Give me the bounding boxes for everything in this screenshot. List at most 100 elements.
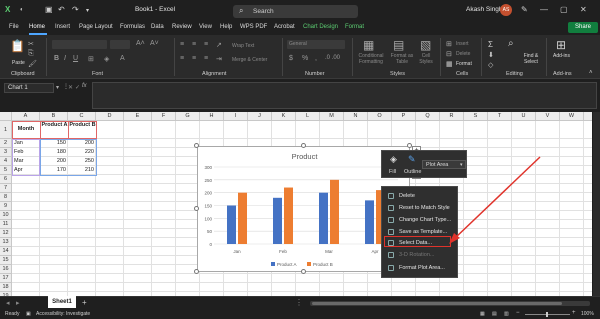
row-header[interactable]: 4 <box>0 157 12 166</box>
font-name-select[interactable] <box>52 40 107 49</box>
copy-icon[interactable]: ⎘ <box>28 50 34 58</box>
row-header[interactable]: 15 <box>0 256 12 265</box>
add-sheet-button[interactable]: + <box>82 298 87 307</box>
enter-formula-icon[interactable]: ✓ <box>75 84 80 91</box>
column-header[interactable]: N <box>344 112 368 121</box>
conditional-formatting-button[interactable]: Conditional Formatting <box>356 53 386 65</box>
insert-cells-icon[interactable]: ⊞ <box>446 40 452 48</box>
column-header[interactable]: C <box>68 112 96 121</box>
autosum-icon[interactable]: Σ <box>488 40 493 49</box>
row-header[interactable]: 9 <box>0 202 12 211</box>
zoom-level[interactable]: 100% <box>581 311 594 317</box>
search-box[interactable]: ⌕ Search <box>233 5 358 18</box>
column-header[interactable]: L <box>296 112 320 121</box>
addins-icon[interactable]: ⊞ <box>556 38 566 52</box>
undo-icon[interactable]: ↶ <box>58 5 65 14</box>
tab-chart-design[interactable]: Chart Design <box>303 24 338 30</box>
column-header[interactable]: G <box>176 112 200 121</box>
legend-label[interactable]: Product B <box>313 262 333 267</box>
tab-insert[interactable]: Insert <box>55 24 70 30</box>
row-header[interactable]: 10 <box>0 211 12 220</box>
find-select-icon[interactable]: ⌕ <box>508 38 514 49</box>
column-header[interactable]: M <box>320 112 344 121</box>
format-painter-icon[interactable]: 🖌 <box>28 60 37 68</box>
cell-product-b[interactable]: 200 <box>68 139 94 148</box>
scrollbar-thumb[interactable] <box>312 302 562 305</box>
column-header[interactable]: X <box>584 112 592 121</box>
column-header[interactable]: S <box>464 112 488 121</box>
header-product-a[interactable]: Product A <box>40 122 68 138</box>
cancel-formula-icon[interactable]: ✕ <box>68 84 73 91</box>
cell-month[interactable]: Apr <box>14 166 38 175</box>
name-box[interactable]: Chart 1 <box>4 83 54 93</box>
currency-icon[interactable]: $ <box>289 55 293 62</box>
row-header[interactable]: 14 <box>0 247 12 256</box>
tab-data[interactable]: Data <box>151 24 164 30</box>
column-header[interactable]: P <box>392 112 416 121</box>
context-menu-item[interactable]: Format Plot Area... <box>385 263 456 273</box>
zoom-slider-thumb[interactable] <box>546 312 548 317</box>
column-header[interactable]: T <box>488 112 512 121</box>
legend-label[interactable]: Product A <box>277 262 297 267</box>
chart-object[interactable]: Product 0 50 100 150 200 250 300 Jan Feb Mar Apr Pro… <box>197 146 410 272</box>
row-header[interactable]: 18 <box>0 283 12 292</box>
cell-product-b[interactable]: 210 <box>68 166 94 175</box>
format-as-table-button[interactable]: Format as Table <box>388 53 416 65</box>
row-header[interactable]: 1 <box>0 121 12 139</box>
cell-product-a[interactable]: 180 <box>40 148 66 157</box>
row-header[interactable]: 11 <box>0 220 12 229</box>
bar-product-a-mar[interactable] <box>319 192 328 244</box>
column-header[interactable]: K <box>272 112 296 121</box>
cell-product-a[interactable]: 200 <box>40 157 66 166</box>
find-select-button[interactable]: Find & Select <box>521 53 541 65</box>
normal-view-icon[interactable]: ▦ <box>480 311 485 317</box>
cell-styles-button[interactable]: Cell Styles <box>415 53 437 65</box>
wrap-text-button[interactable]: Wrap Text <box>232 43 254 49</box>
comma-icon[interactable]: , <box>315 55 317 62</box>
tab-help[interactable]: Help <box>220 24 232 30</box>
header-month[interactable]: Month <box>13 126 39 133</box>
font-size-select[interactable] <box>110 40 130 49</box>
maximize-icon[interactable]: ▢ <box>560 5 568 14</box>
fill-icon[interactable]: ◈ <box>390 154 397 165</box>
fill-color-icon[interactable]: ◈ <box>104 55 109 63</box>
bar-product-a-apr[interactable] <box>365 200 374 244</box>
column-header[interactable]: H <box>200 112 224 121</box>
cell-month[interactable]: Jan <box>14 139 38 148</box>
cell-product-b[interactable]: 250 <box>68 157 94 166</box>
row-header[interactable]: 16 <box>0 265 12 274</box>
column-header[interactable]: F <box>152 112 176 121</box>
avatar[interactable]: AS <box>500 4 512 16</box>
row-header[interactable]: 8 <box>0 193 12 202</box>
bar-product-b-mar[interactable] <box>330 179 339 244</box>
column-header[interactable]: I <box>224 112 248 121</box>
resize-handle[interactable] <box>194 269 199 274</box>
orientation-icon[interactable]: ↗ <box>216 41 222 49</box>
row-header[interactable]: 7 <box>0 184 12 193</box>
align-bottom-icon[interactable]: ≡ <box>204 41 208 48</box>
column-header[interactable]: B <box>40 112 68 121</box>
redo-icon[interactable]: ↷ <box>72 5 79 14</box>
format-cells-icon[interactable]: ▦ <box>446 60 453 68</box>
format-as-table-icon[interactable]: ▤ <box>393 38 404 52</box>
paste-icon[interactable]: 📋 <box>10 39 25 53</box>
cell-month[interactable]: Feb <box>14 148 38 157</box>
save-icon[interactable]: ▣ <box>45 5 53 14</box>
tab-format[interactable]: Format <box>345 24 364 30</box>
column-header[interactable]: Q <box>416 112 440 121</box>
page-layout-view-icon[interactable]: ▤ <box>492 311 497 317</box>
pen-icon[interactable]: ✎ <box>521 5 528 14</box>
namebox-dropdown-icon[interactable]: ▾ <box>56 84 59 91</box>
zoom-in-icon[interactable]: + <box>572 310 576 316</box>
cell-month[interactable]: Mar <box>14 157 38 166</box>
indent-icon[interactable]: ⇥ <box>216 55 222 63</box>
column-header[interactable]: R <box>440 112 464 121</box>
number-format-select[interactable]: General <box>287 40 345 49</box>
italic-icon[interactable]: I <box>64 55 66 62</box>
tab-view[interactable]: View <box>199 24 212 30</box>
delete-cells-icon[interactable]: ⊟ <box>446 50 452 58</box>
tab-formulas[interactable]: Formulas <box>120 24 145 30</box>
row-header[interactable]: 17 <box>0 274 12 283</box>
align-top-icon[interactable]: ≡ <box>180 41 184 48</box>
bar-product-b-feb[interactable] <box>284 187 293 244</box>
